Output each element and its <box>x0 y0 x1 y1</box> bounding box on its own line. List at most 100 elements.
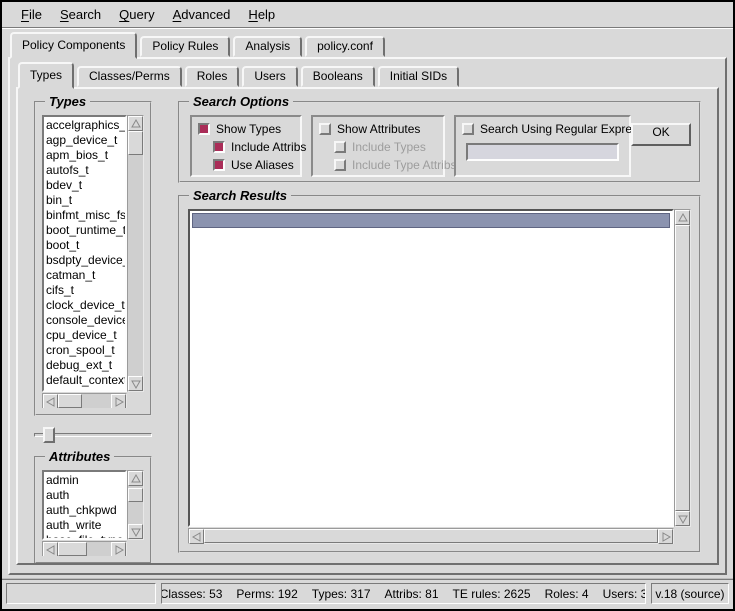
scroll-thumb[interactable] <box>204 529 658 543</box>
attributes-horizontal-scrollbar[interactable] <box>42 541 127 556</box>
list-item[interactable]: agp_device_t <box>46 133 125 148</box>
scroll-track[interactable] <box>204 529 658 543</box>
list-item[interactable]: catman_t <box>46 268 125 283</box>
ok-button[interactable]: OK <box>631 123 691 146</box>
regex-input[interactable] <box>466 143 619 161</box>
scroll-up-icon[interactable] <box>128 116 143 131</box>
menu-file[interactable]: File <box>12 4 51 25</box>
results-vertical-scrollbar[interactable] <box>674 209 691 527</box>
regex-checkbox[interactable]: Search Using Regular Expression <box>462 120 623 138</box>
tab-booleans[interactable]: Booleans <box>301 66 375 87</box>
include-attribs-checkbox[interactable]: Include Attribs <box>213 138 294 156</box>
scroll-thumb[interactable] <box>128 131 143 155</box>
scroll-up-icon[interactable] <box>675 210 690 225</box>
tab-types[interactable]: Types <box>18 62 74 89</box>
menu-advanced-rest: dvanced <box>181 7 230 22</box>
attributes-panel-caption: Attributes <box>45 449 114 464</box>
scroll-track[interactable] <box>675 225 690 511</box>
scroll-track[interactable] <box>58 542 111 556</box>
attributes-listbox[interactable]: adminauthauth_chkpwdauth_writebase_file_… <box>42 470 127 540</box>
list-item[interactable]: debug_ext_t <box>46 358 125 373</box>
list-item[interactable]: bin_t <box>46 193 125 208</box>
search-results-panel: Search Results <box>178 195 701 553</box>
menu-bar: File Search Query Advanced Help <box>2 2 733 28</box>
menu-help-rest: elp <box>258 7 275 22</box>
list-item[interactable]: auth <box>46 488 125 503</box>
list-item[interactable]: bdev_t <box>46 178 125 193</box>
list-item[interactable]: clock_device_t <box>46 298 125 313</box>
scroll-left-icon[interactable] <box>43 542 58 556</box>
list-item[interactable]: auth_chkpwd <box>46 503 125 518</box>
list-item[interactable]: autofs_t <box>46 163 125 178</box>
checkbox-label: Show Attributes <box>337 122 420 136</box>
list-item[interactable]: boot_t <box>46 238 125 253</box>
attributes-vertical-scrollbar[interactable] <box>127 470 144 540</box>
types-listbox[interactable]: accelgraphics_eagp_device_tapm_bios_taut… <box>42 115 127 392</box>
menu-search[interactable]: Search <box>51 4 110 25</box>
list-item[interactable]: base_file_type <box>46 533 125 540</box>
scroll-left-icon[interactable] <box>43 394 58 408</box>
scroll-down-icon[interactable] <box>128 376 143 391</box>
tab-roles[interactable]: Roles <box>185 66 240 87</box>
menu-search-underline: S <box>60 7 69 22</box>
scroll-up-icon[interactable] <box>128 471 143 486</box>
tab-policy-conf[interactable]: policy.conf <box>305 36 385 57</box>
list-item[interactable]: cpu_device_t <box>46 328 125 343</box>
use-aliases-checkbox[interactable]: Use Aliases <box>213 156 294 174</box>
tab-analysis[interactable]: Analysis <box>233 36 302 57</box>
tab-policy-rules[interactable]: Policy Rules <box>140 36 230 57</box>
scroll-right-icon[interactable] <box>658 529 673 544</box>
list-item[interactable]: cifs_t <box>46 283 125 298</box>
list-item[interactable]: auth_write <box>46 518 125 533</box>
scroll-thumb[interactable] <box>58 394 82 408</box>
menu-query[interactable]: Query <box>110 4 163 25</box>
scroll-track[interactable] <box>58 394 111 408</box>
list-item[interactable]: default_t <box>46 388 125 392</box>
list-item[interactable]: apm_bios_t <box>46 148 125 163</box>
regex-group: Search Using Regular Expression <box>454 115 631 177</box>
tab-initial-sids[interactable]: Initial SIDs <box>378 66 459 87</box>
list-height-slider <box>34 422 152 448</box>
search-results-caption: Search Results <box>189 188 291 203</box>
scroll-down-icon[interactable] <box>128 524 143 539</box>
scroll-right-icon[interactable] <box>111 542 126 556</box>
stat-users: Users: 3 <box>603 587 646 601</box>
menu-advanced[interactable]: Advanced <box>164 4 240 25</box>
scroll-track[interactable] <box>128 486 143 524</box>
scroll-thumb[interactable] <box>675 225 690 511</box>
scroll-thumb[interactable] <box>58 542 87 556</box>
list-item[interactable]: accelgraphics_e <box>46 118 125 133</box>
types-listbox-area: accelgraphics_eagp_device_tapm_bios_taut… <box>42 115 144 408</box>
stat-roles: Roles: 4 <box>545 587 589 601</box>
list-item[interactable]: admin <box>46 473 125 488</box>
results-horizontal-scrollbar[interactable] <box>188 528 674 544</box>
show-attributes-checkbox[interactable]: Show Attributes <box>319 120 437 138</box>
scroll-down-icon[interactable] <box>675 511 690 526</box>
list-item[interactable]: cron_spool_t <box>46 343 125 358</box>
checkbox-indicator <box>334 159 346 171</box>
tab-classes-perms[interactable]: Classes/Perms <box>77 66 182 87</box>
checkbox-indicator <box>213 159 225 171</box>
list-item[interactable]: bsdpty_device_ <box>46 253 125 268</box>
checkbox-label: Include Attribs <box>231 140 306 154</box>
types-horizontal-scrollbar[interactable] <box>42 393 127 408</box>
show-types-checkbox[interactable]: Show Types <box>198 120 294 138</box>
tab-policy-components[interactable]: Policy Components <box>10 32 137 59</box>
scroll-thumb[interactable] <box>128 488 143 502</box>
list-item[interactable]: console_device <box>46 313 125 328</box>
slider-handle[interactable] <box>43 427 55 443</box>
search-results-text <box>188 209 674 527</box>
status-bar: Classes: 53 Perms: 192 Types: 317 Attrib… <box>2 579 733 607</box>
list-item[interactable]: boot_runtime_t <box>46 223 125 238</box>
scroll-track[interactable] <box>128 131 143 376</box>
scroll-right-icon[interactable] <box>111 394 126 408</box>
stat-types: Types: 317 <box>312 587 371 601</box>
tab-users[interactable]: Users <box>242 66 297 87</box>
types-vertical-scrollbar[interactable] <box>127 115 144 392</box>
menu-file-underline: F <box>21 7 29 22</box>
list-item[interactable]: binfmt_misc_fs <box>46 208 125 223</box>
list-item[interactable]: default_context <box>46 373 125 388</box>
menu-help[interactable]: Help <box>239 4 284 25</box>
left-column: Types accelgraphics_eagp_device_tapm_bio… <box>34 101 152 553</box>
scroll-left-icon[interactable] <box>189 529 204 544</box>
